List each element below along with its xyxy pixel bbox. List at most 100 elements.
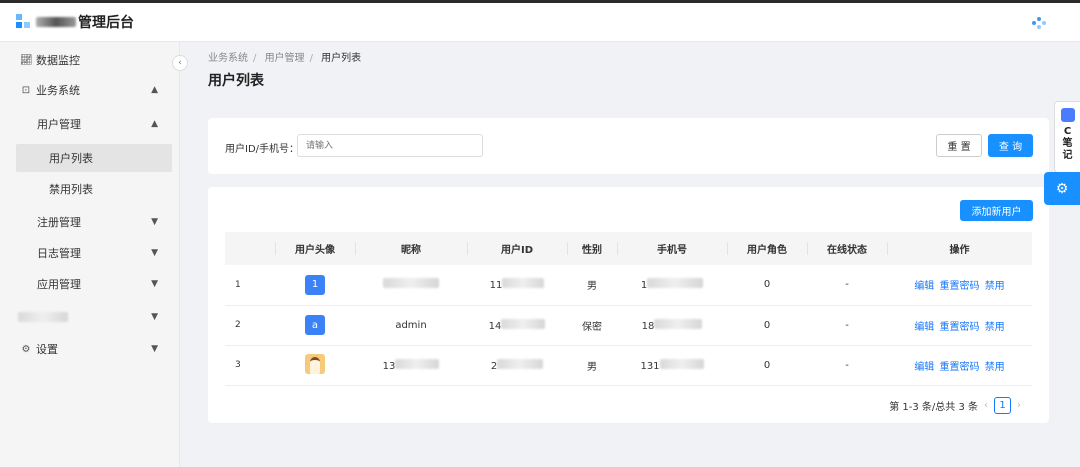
lock-icon: ⊡ bbox=[21, 84, 31, 96]
app-title: 管理后台 bbox=[36, 12, 134, 32]
actions-cell: 编辑 重置密码 禁用 bbox=[887, 305, 1032, 346]
redacted-value bbox=[383, 278, 439, 289]
sidebar: 📈︎ 数据监控 ⊡ 业务系统 ▲ 用户管理 ▲ 用户列表 禁用列表 注册管理 ▼… bbox=[0, 42, 180, 467]
user-id-cell: 14 bbox=[467, 305, 567, 346]
nickname-cell bbox=[355, 265, 467, 306]
search-button[interactable]: 查 询 bbox=[988, 134, 1033, 157]
floating-notes-widget[interactable]: C 笔 记 bbox=[1054, 101, 1080, 173]
status-cell: - bbox=[807, 265, 887, 306]
gender-cell: 男 bbox=[567, 345, 617, 386]
sidebar-item-redacted[interactable]: ▼ bbox=[0, 303, 180, 331]
reset-button[interactable]: 重 置 bbox=[936, 134, 982, 157]
role-cell: 0 bbox=[727, 305, 807, 346]
row-index: 3 bbox=[225, 345, 275, 386]
sidebar-item-settings[interactable]: ⚙ 设置 ▼ bbox=[0, 335, 180, 363]
pagination: 第 1-3 条/总共 3 条 ‹ 1 › bbox=[889, 397, 1027, 414]
disable-link[interactable]: 禁用 bbox=[985, 362, 1005, 373]
reset-password-link[interactable]: 重置密码 bbox=[940, 281, 980, 292]
breadcrumb-user-mgmt[interactable]: 用户管理 bbox=[265, 53, 305, 64]
user-id-phone-input[interactable] bbox=[297, 134, 483, 157]
row-index: 2 bbox=[225, 305, 275, 346]
notes-icon bbox=[1060, 108, 1075, 122]
sidebar-item-monitor[interactable]: 📈︎ 数据监控 bbox=[0, 46, 180, 74]
gear-icon: ⚙ bbox=[1055, 180, 1069, 197]
edit-link[interactable]: 编辑 bbox=[914, 322, 934, 333]
col-gender: 性别 bbox=[567, 232, 617, 265]
filter-card: 用户ID/手机号： 重 置 查 询 bbox=[208, 118, 1049, 174]
header-settings-icon[interactable] bbox=[1032, 17, 1046, 29]
sidebar-item-disabled-list[interactable]: 禁用列表 bbox=[0, 175, 180, 203]
chevron-down-icon: ▼ bbox=[151, 344, 158, 354]
sidebar-item-register-mgmt[interactable]: 注册管理 ▼ bbox=[0, 208, 180, 236]
table-row: 1 1 11 男 1 0 - 编辑 重置密码 禁用 bbox=[225, 265, 1032, 306]
gender-cell: 男 bbox=[567, 265, 617, 306]
sidebar-collapse-button[interactable]: ‹ bbox=[172, 55, 188, 71]
disable-link[interactable]: 禁用 bbox=[985, 322, 1005, 333]
prev-page-icon[interactable]: ‹ bbox=[984, 400, 988, 411]
role-cell: 0 bbox=[727, 265, 807, 306]
sidebar-item-business[interactable]: ⊡ 业务系统 ▲ bbox=[0, 76, 180, 104]
phone-cell: 18 bbox=[617, 305, 727, 346]
table-row: 3 13 2 男 131 0 - 编辑 重置密码 禁用 bbox=[225, 345, 1032, 386]
nickname-cell: admin bbox=[355, 305, 467, 346]
status-cell: - bbox=[807, 305, 887, 346]
gear-icon: ⚙ bbox=[21, 343, 31, 355]
redacted-app-name bbox=[36, 17, 76, 27]
nickname-cell: 13 bbox=[355, 345, 467, 386]
col-avatar: 用户头像 bbox=[275, 232, 355, 265]
actions-cell: 编辑 重置密码 禁用 bbox=[887, 265, 1032, 306]
chevron-down-icon: ▼ bbox=[151, 312, 158, 322]
redacted-value bbox=[659, 358, 704, 369]
chevron-down-icon: ▼ bbox=[151, 279, 158, 289]
avatar bbox=[305, 353, 325, 374]
user-id-cell: 2 bbox=[467, 345, 567, 386]
sidebar-item-user-mgmt[interactable]: 用户管理 ▲ bbox=[0, 110, 180, 138]
row-index: 1 bbox=[225, 265, 275, 306]
avatar-cell: 1 bbox=[275, 265, 355, 306]
sidebar-item-log-mgmt[interactable]: 日志管理 ▼ bbox=[0, 239, 180, 267]
app-logo-icon bbox=[16, 14, 32, 30]
status-cell: - bbox=[807, 345, 887, 386]
user-id-cell: 11 bbox=[467, 265, 567, 306]
table-card: 添加新用户 用户头像 昵称 用户ID 性别 手机号 用户角色 在线状态 操作 1… bbox=[208, 187, 1049, 423]
breadcrumb-business[interactable]: 业务系统 bbox=[208, 53, 248, 64]
col-user-id: 用户ID bbox=[467, 232, 567, 265]
gender-cell: 保密 bbox=[567, 305, 617, 346]
redacted-value bbox=[501, 318, 546, 329]
redacted-value bbox=[395, 358, 440, 369]
edit-link[interactable]: 编辑 bbox=[914, 362, 934, 373]
col-phone: 手机号 bbox=[617, 232, 727, 265]
reset-password-link[interactable]: 重置密码 bbox=[940, 322, 980, 333]
phone-cell: 131 bbox=[617, 345, 727, 386]
edit-link[interactable]: 编辑 bbox=[914, 281, 934, 292]
chevron-up-icon: ▲ bbox=[151, 119, 158, 129]
chevron-down-icon: ▼ bbox=[151, 248, 158, 258]
redacted-label bbox=[18, 312, 68, 322]
role-cell: 0 bbox=[727, 345, 807, 386]
breadcrumb: 业务系统 / 用户管理 / 用户列表 bbox=[208, 53, 362, 64]
floating-settings-button[interactable]: ⚙ bbox=[1044, 172, 1080, 205]
disable-link[interactable]: 禁用 bbox=[985, 281, 1005, 292]
avatar: a bbox=[305, 315, 325, 335]
col-actions: 操作 bbox=[887, 232, 1032, 265]
add-user-button[interactable]: 添加新用户 bbox=[960, 200, 1033, 221]
col-index bbox=[225, 232, 275, 265]
redacted-value bbox=[502, 278, 545, 289]
sidebar-item-user-list[interactable]: 用户列表 bbox=[16, 144, 172, 172]
col-nickname: 昵称 bbox=[355, 232, 467, 265]
col-online-status: 在线状态 bbox=[807, 232, 887, 265]
breadcrumb-current: 用户列表 bbox=[321, 53, 362, 64]
reset-password-link[interactable]: 重置密码 bbox=[940, 362, 980, 373]
page-button-current[interactable]: 1 bbox=[994, 397, 1011, 414]
user-table: 用户头像 昵称 用户ID 性别 手机号 用户角色 在线状态 操作 1 1 11 … bbox=[225, 232, 1032, 386]
top-header: 管理后台 bbox=[0, 3, 1080, 42]
phone-cell: 1 bbox=[617, 265, 727, 306]
pagination-summary: 第 1-3 条/总共 3 条 bbox=[889, 402, 978, 413]
next-page-icon[interactable]: › bbox=[1017, 400, 1021, 411]
page-title: 用户列表 bbox=[208, 73, 264, 89]
sidebar-item-app-mgmt[interactable]: 应用管理 ▼ bbox=[0, 270, 180, 298]
redacted-value bbox=[647, 278, 704, 289]
redacted-value bbox=[497, 358, 544, 369]
actions-cell: 编辑 重置密码 禁用 bbox=[887, 345, 1032, 386]
filter-label: 用户ID/手机号： bbox=[225, 144, 300, 155]
